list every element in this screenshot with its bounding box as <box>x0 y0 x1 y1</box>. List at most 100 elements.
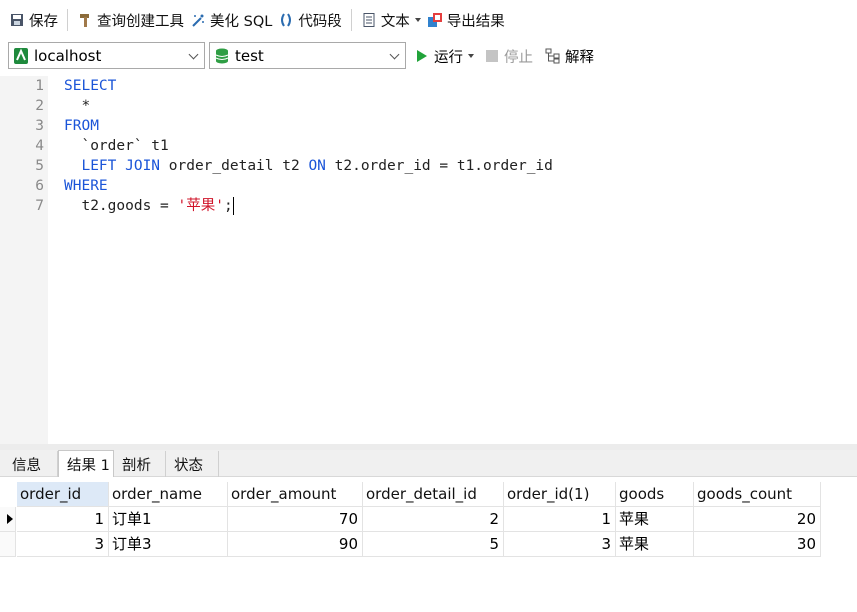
query-builder-button[interactable]: 查询创建工具 <box>74 7 187 33</box>
sql-identifier: * <box>64 98 91 114</box>
query-actions: 运行 停止 解释 <box>416 44 606 68</box>
database-select-value: test <box>235 46 264 65</box>
code-text: WHERE <box>64 176 108 196</box>
table-cell[interactable]: 苹果 <box>616 532 694 557</box>
query-builder-label: 查询创建工具 <box>97 13 184 30</box>
code-text: `order` t1 <box>64 136 169 156</box>
save-button[interactable]: 保存 <box>6 7 61 33</box>
column-header[interactable]: goods <box>616 482 694 507</box>
row-selector[interactable] <box>0 507 16 532</box>
export-results-label: 导出结果 <box>446 13 505 30</box>
toolbar-divider <box>350 9 352 31</box>
column-header[interactable]: order_detail_id <box>363 482 504 507</box>
column-header[interactable]: order_id(1) <box>504 482 616 507</box>
code-text: LEFT JOIN order_detail t2 ON t2.order_id… <box>64 156 553 176</box>
result-tabs: 信息 结果 1 剖析 状态 <box>0 450 857 478</box>
table-cell[interactable]: 70 <box>228 507 363 532</box>
export-results-button[interactable]: 导出结果 <box>424 7 508 33</box>
table-cell[interactable]: 5 <box>363 532 504 557</box>
line-number: 1 <box>35 78 44 94</box>
table-cell[interactable]: 订单1 <box>109 507 228 532</box>
line-number: 7 <box>35 198 44 214</box>
row-selector[interactable] <box>0 532 16 557</box>
code-snippet-label: 代码段 <box>298 13 342 30</box>
code-line: 5 LEFT JOIN order_detail t2 ON t2.order_… <box>0 156 857 176</box>
stop-label: 停止 <box>504 49 533 66</box>
server-select-value: localhost <box>34 46 102 65</box>
stop-icon <box>486 50 498 62</box>
run-button[interactable]: 运行 <box>416 46 474 67</box>
explain-button[interactable]: 解释 <box>545 46 594 67</box>
sql-identifier: order_detail t2 <box>160 158 309 174</box>
main-toolbar: 保存 查询创建工具 美化 SQL 代码段 文本 导出结果 <box>0 0 857 40</box>
code-text: * <box>64 96 90 116</box>
server-select[interactable]: localhost <box>8 42 205 69</box>
chevron-down-icon <box>188 49 199 60</box>
code-line: 2 * <box>0 96 857 116</box>
sql-identifier: `order` t1 <box>64 138 169 154</box>
database-icon <box>214 47 230 65</box>
text-mode-button[interactable]: 文本 <box>358 7 424 33</box>
line-number: 5 <box>35 158 44 174</box>
chevron-down-icon <box>468 54 474 58</box>
table-cell[interactable]: 订单3 <box>109 532 228 557</box>
beautify-sql-button[interactable]: 美化 SQL <box>187 7 275 33</box>
magic-wand-icon <box>190 12 206 28</box>
text-cursor <box>232 197 234 215</box>
column-header[interactable]: order_amount <box>228 482 363 507</box>
sql-keyword: SELECT <box>64 78 117 94</box>
tab-status[interactable]: 状态 <box>166 451 219 477</box>
current-row-arrow-icon <box>7 514 13 524</box>
toolbar-divider <box>67 9 68 31</box>
line-number: 4 <box>35 138 44 154</box>
database-select[interactable]: test <box>209 42 406 69</box>
sql-keyword: WHERE <box>64 178 108 194</box>
line-number: 3 <box>35 118 44 134</box>
line-number: 2 <box>35 98 44 114</box>
table-cell[interactable]: 1 <box>504 507 616 532</box>
code-snippet-button[interactable]: 代码段 <box>275 7 345 33</box>
column-header[interactable]: goods_count <box>694 482 821 507</box>
connection-toolbar: localhost test 运行 停止 解释 <box>0 40 857 74</box>
code-text: FROM <box>64 116 99 136</box>
code-line: 4 `order` t1 <box>0 136 857 156</box>
code-line: 7 t2.goods = '苹果'; <box>0 196 857 216</box>
code-text: t2.goods = '苹果'; <box>64 196 234 216</box>
sql-keyword: ON <box>308 158 326 174</box>
code-line: 1 SELECT <box>0 76 857 96</box>
table-cell[interactable]: 1 <box>17 507 109 532</box>
line-number: 6 <box>35 178 44 194</box>
sql-keyword: FROM <box>64 118 99 134</box>
code-line: 6 WHERE <box>0 176 857 196</box>
code-line: 3 FROM <box>0 116 857 136</box>
table-cell[interactable]: 2 <box>363 507 504 532</box>
chevron-down-icon <box>389 49 400 60</box>
beautify-sql-label: 美化 SQL <box>210 13 273 30</box>
table-cell[interactable]: 3 <box>17 532 109 557</box>
save-icon <box>9 12 25 28</box>
tab-info[interactable]: 信息 <box>4 451 58 477</box>
code-text: SELECT <box>64 76 116 96</box>
chevron-down-icon <box>414 18 421 22</box>
table-cell[interactable]: 3 <box>504 532 616 557</box>
table-cell[interactable]: 20 <box>694 507 821 532</box>
export-icon <box>427 12 443 28</box>
column-header[interactable]: order_name <box>109 482 228 507</box>
table-cell[interactable]: 苹果 <box>616 507 694 532</box>
result-grid[interactable]: order_id order_name order_amount order_deta… <box>0 477 857 612</box>
document-icon <box>361 12 377 28</box>
play-icon <box>417 50 427 62</box>
column-header[interactable]: order_id <box>17 482 109 507</box>
explain-icon <box>545 48 560 64</box>
table-cell[interactable]: 90 <box>228 532 363 557</box>
sql-identifier: ; <box>223 198 233 214</box>
tab-result-1[interactable]: 结果 1 <box>58 450 114 478</box>
tab-profile[interactable]: 剖析 <box>114 451 166 477</box>
sql-editor[interactable]: 1 SELECT 2 * 3 FROM 4 `order` t1 5 LEFT JOIN o… <box>0 76 857 444</box>
sql-identifier: t2.order_id = t1.order_id <box>325 158 553 174</box>
sql-keyword: LEFT JOIN <box>64 158 161 174</box>
table-cell[interactable]: 30 <box>694 532 821 557</box>
text-mode-label: 文本 <box>380 13 410 30</box>
parentheses-icon <box>278 12 294 28</box>
stop-button[interactable]: 停止 <box>486 46 533 67</box>
